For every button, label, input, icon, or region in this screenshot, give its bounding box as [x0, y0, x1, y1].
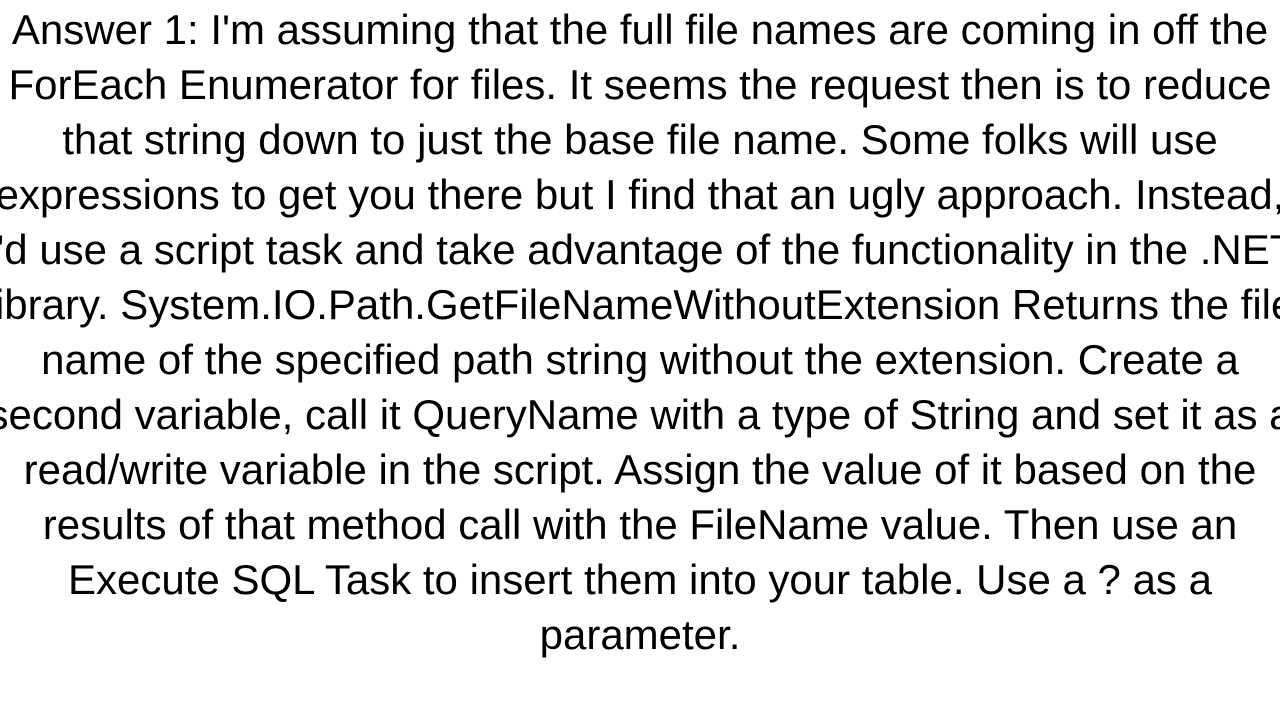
answer-text: Answer 1: I'm assuming that the full fil…	[0, 2, 1280, 662]
answer-block: Answer 1: I'm assuming that the full fil…	[0, 0, 1280, 720]
